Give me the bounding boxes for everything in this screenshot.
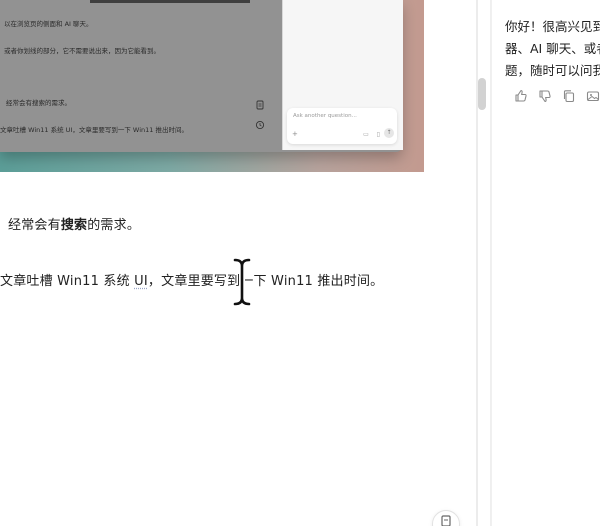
paragraph-text: 文章吐槽 Win11 系统 — [0, 274, 135, 289]
copy-icon — [563, 90, 575, 103]
bold-keyword: 搜索 — [60, 218, 88, 233]
article-view: 以在浏览页的侧面和 AI 聊天。 或者你划线的部分，它不需要说出来，因为它能看到… — [0, 0, 478, 526]
embedded-plus-icon: + — [292, 130, 298, 138]
embedded-doc-icon — [254, 100, 266, 112]
embedded-topbar — [90, 0, 250, 3]
message-actions — [513, 88, 600, 104]
embedded-send-icon: ↑ — [384, 128, 394, 138]
embedded-chat-input: Ask another question... + ▭ ▯ ↑ — [287, 108, 397, 144]
embedded-chat-placeholder: Ask another question... — [293, 113, 357, 119]
copy-button[interactable] — [561, 88, 577, 104]
text-cursor-icon — [232, 257, 252, 307]
ai-chat-panel: 你好！很高兴见到 器、AI 聊天、或者 题，随时可以问我 — [490, 0, 600, 526]
message-line: 你好！很高兴见到 — [505, 19, 600, 34]
thumbs-up-button[interactable] — [513, 88, 529, 104]
paragraph-text: ，文章里要写到一下 Win11 推出时间。 — [147, 274, 384, 289]
thumbs-down-button[interactable] — [537, 88, 553, 104]
article-paragraph: 文章吐槽 Win11 系统 UI，文章里要写到一下 Win11 推出时间。 — [0, 270, 383, 289]
embedded-text-line: 经常会有搜索的需求。 — [6, 99, 71, 107]
article-paragraph: 经常会有搜索的需求。 — [8, 214, 140, 233]
embedded-screenshot-image: 以在浏览页的侧面和 AI 聊天。 或者你划线的部分，它不需要说出来，因为它能看到… — [0, 0, 424, 172]
embedded-text-line: 或者你划线的部分，它不需要说出来，因为它能看到。 — [4, 47, 160, 55]
message-line: 题，随时可以问我 — [505, 63, 600, 78]
embedded-text-line: 文章吐槽 Win11 系统 UI，文章里要写到一下 Win11 推出时间。 — [0, 126, 188, 134]
thumbs-up-icon — [515, 89, 527, 102]
doc-icon — [441, 515, 451, 526]
thumbs-down-icon — [539, 90, 551, 103]
embedded-clock-icon — [254, 120, 266, 132]
doc-scrollbar[interactable] — [478, 78, 486, 110]
embedded-browser-window: 以在浏览页的侧面和 AI 聊天。 或者你划线的部分，它不需要说出来，因为它能看到… — [0, 0, 403, 152]
image-button[interactable] — [585, 88, 600, 104]
floating-doc-button[interactable] — [432, 510, 460, 526]
paragraph-text: 的需求。 — [87, 218, 141, 233]
panel-divider — [491, 0, 492, 526]
embedded-tool-icons: ▭ ▯ — [363, 131, 383, 138]
embedded-text-line: 以在浏览页的侧面和 AI 聊天。 — [4, 20, 93, 28]
paragraph-text: 经常会有 — [8, 218, 61, 233]
image-icon — [586, 91, 600, 102]
spellcheck-word: UI — [134, 274, 148, 289]
assistant-message: 你好！很高兴见到 器、AI 聊天、或者 题，随时可以问我 — [505, 16, 600, 82]
message-line: 器、AI 聊天、或者 — [505, 41, 600, 56]
embedded-chat-sidebar: Ask another question... + ▭ ▯ ↑ — [282, 0, 403, 150]
